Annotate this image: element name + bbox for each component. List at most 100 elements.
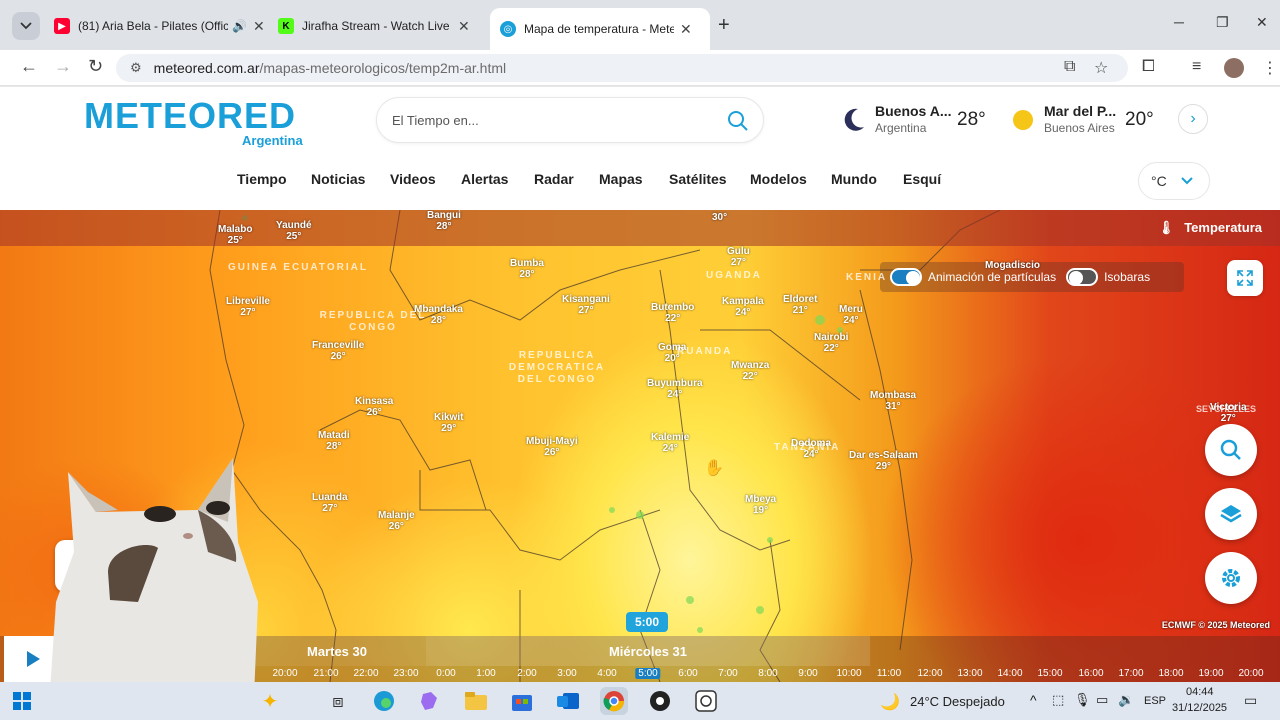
chrome-icon[interactable] bbox=[600, 687, 628, 715]
map-region-label: REPUBLICA DEL CONGO bbox=[319, 310, 427, 333]
map-search-button[interactable] bbox=[1205, 424, 1257, 476]
search-icon[interactable] bbox=[727, 110, 749, 132]
close-icon[interactable]: ✕ bbox=[253, 18, 265, 35]
new-tab-icon[interactable]: + bbox=[718, 14, 730, 37]
day-segment-tuesday[interactable]: Martes 30 bbox=[248, 636, 426, 666]
tab-meteored[interactable]: ◎ Mapa de temperatura - Meteor ✕ bbox=[490, 8, 710, 50]
edge-icon[interactable] bbox=[370, 687, 398, 715]
map-city-label: Luanda 27° bbox=[312, 492, 348, 514]
unit-selector[interactable]: °C bbox=[1138, 162, 1210, 200]
map-city-label: Malabo 25° bbox=[218, 224, 253, 246]
particles-toggle[interactable] bbox=[890, 268, 922, 286]
nav-mapas[interactable]: Mapas bbox=[599, 171, 643, 187]
nav-videos[interactable]: Videos bbox=[390, 171, 436, 187]
tab-stream[interactable]: K Jirafha Stream - Watch Live on ✕ bbox=[268, 8, 480, 44]
close-icon[interactable]: ✕ bbox=[458, 18, 470, 35]
outlook-icon[interactable] bbox=[554, 687, 582, 715]
map-region-label: KENIA bbox=[846, 272, 888, 283]
play-icon bbox=[27, 651, 40, 667]
tab-title: (81) Aria Bela - Pilates (Offic bbox=[78, 19, 228, 33]
media-control-icon[interactable]: ≡ bbox=[1192, 58, 1201, 76]
day-segment-wednesday[interactable]: Miércoles 31 bbox=[426, 636, 870, 666]
more-menu-icon[interactable]: ⋮ bbox=[1262, 58, 1278, 78]
current-time-marker[interactable]: 5:00 bbox=[626, 612, 668, 632]
nav-tiempo[interactable]: Tiempo bbox=[237, 171, 287, 187]
restore-icon[interactable]: ❐ bbox=[1216, 14, 1229, 31]
clock-time[interactable]: 04:44 bbox=[1186, 686, 1214, 698]
map-city-label: Yaundé 25° bbox=[276, 220, 312, 242]
city-name: Mar del P... bbox=[1044, 103, 1117, 119]
map-city-label: Bumba 28° bbox=[510, 258, 544, 280]
gear-icon bbox=[1222, 569, 1240, 587]
chevron-right-icon[interactable]: › bbox=[1178, 104, 1208, 134]
map-city-label: Eldoret 21° bbox=[783, 294, 818, 316]
nav-esqui[interactable]: Esquí bbox=[903, 171, 941, 187]
cast-icon[interactable]: ⧉ bbox=[1064, 58, 1075, 76]
bookmark-star-icon[interactable]: ☆ bbox=[1094, 58, 1108, 78]
map-city-label: Gulu 27° bbox=[727, 246, 750, 268]
map-city-label: Kinsasa 26° bbox=[355, 396, 394, 418]
forward-icon[interactable]: → bbox=[54, 56, 72, 77]
language-indicator[interactable]: ESP bbox=[1144, 695, 1166, 707]
fullscreen-button[interactable] bbox=[1227, 260, 1263, 296]
city-search-input[interactable]: El Tiempo en... bbox=[376, 97, 764, 143]
map-region-label: REPUBLICA DEMOCRATICA DEL CONGO bbox=[508, 350, 606, 385]
search-placeholder: El Tiempo en... bbox=[392, 112, 479, 128]
volume-icon[interactable]: 🔉 bbox=[1118, 692, 1134, 708]
city-region: Buenos Aires bbox=[1044, 121, 1115, 135]
nav-alertas[interactable]: Alertas bbox=[461, 171, 508, 187]
meet-icon[interactable]: ⬚ bbox=[1052, 692, 1064, 708]
app-icon[interactable] bbox=[692, 687, 720, 715]
browser-toolbar: ← → ↻ ⚙ meteored.com.ar/mapas-meteorolog… bbox=[0, 50, 1280, 86]
day-label: Miércoles 31 bbox=[608, 643, 688, 659]
map-city-label: Nairobi 22° bbox=[814, 332, 849, 354]
nav-satelites[interactable]: Satélites bbox=[669, 171, 727, 187]
map-top-band bbox=[0, 210, 1280, 246]
close-icon[interactable]: ✕ bbox=[680, 21, 692, 38]
clock-date[interactable]: 31/12/2025 bbox=[1172, 702, 1227, 714]
tab-youtube[interactable]: ▶ (81) Aria Bela - Pilates (Offic 🔊 ✕ bbox=[44, 8, 275, 44]
network-icon[interactable]: ▭ bbox=[1096, 692, 1108, 708]
tray-chevron-icon[interactable]: ^ bbox=[1030, 692, 1037, 708]
notification-icon[interactable]: ▭ bbox=[1244, 692, 1257, 709]
map-region-label: RUANDA bbox=[677, 346, 733, 357]
site-info-icon[interactable]: ⚙ bbox=[130, 60, 142, 76]
layer-title-text: Temperatura bbox=[1184, 220, 1262, 235]
map-layers-button[interactable] bbox=[1205, 488, 1257, 540]
chevron-down-icon bbox=[20, 22, 32, 30]
tab-search-button[interactable] bbox=[12, 12, 40, 40]
map-city-label: Bangui 28° bbox=[427, 210, 461, 232]
isobars-toggle[interactable] bbox=[1066, 268, 1099, 286]
thermometer-icon: 🌡 bbox=[1157, 220, 1175, 235]
nav-radar[interactable]: Radar bbox=[534, 171, 574, 187]
task-view-icon[interactable]: ⧈ bbox=[324, 687, 352, 715]
speaker-icon[interactable]: 🔊 bbox=[232, 19, 247, 33]
copilot-sparkle-icon[interactable]: ✦ bbox=[256, 687, 284, 715]
meteored-logo[interactable]: METEORED Argentina bbox=[84, 95, 303, 148]
back-icon[interactable]: ← bbox=[20, 56, 38, 77]
kick-icon: K bbox=[278, 18, 294, 34]
window-close-icon[interactable]: ✕ bbox=[1256, 14, 1268, 31]
nav-noticias[interactable]: Noticias bbox=[311, 171, 365, 187]
chevron-down-icon bbox=[1181, 177, 1193, 185]
file-explorer-icon[interactable] bbox=[462, 687, 490, 715]
mic-icon[interactable]: 🎙 bbox=[1074, 692, 1091, 708]
address-bar[interactable]: ⚙ meteored.com.ar/mapas-meteorologicos/t… bbox=[116, 54, 1128, 82]
obs-icon[interactable] bbox=[646, 687, 674, 715]
reload-icon[interactable]: ↻ bbox=[88, 56, 103, 77]
taskbar-weather[interactable]: 24°C Despejado bbox=[910, 694, 1005, 709]
store-icon[interactable] bbox=[508, 687, 536, 715]
map-copyright: ECMWF © 2025 Meteored bbox=[1161, 620, 1270, 630]
windows-start-icon[interactable] bbox=[8, 687, 36, 715]
city-temp: 20° bbox=[1125, 109, 1154, 130]
map-settings-button[interactable] bbox=[1205, 552, 1257, 604]
tab-title: Mapa de temperatura - Meteor bbox=[524, 22, 674, 36]
map-layer-title[interactable]: 🌡 Temperatura bbox=[1158, 220, 1262, 236]
nav-modelos[interactable]: Modelos bbox=[750, 171, 807, 187]
extensions-icon[interactable]: ⧠ bbox=[1142, 58, 1155, 76]
minimize-icon[interactable]: ─ bbox=[1174, 14, 1184, 30]
sun-icon bbox=[1013, 110, 1033, 130]
profile-avatar[interactable] bbox=[1224, 58, 1244, 78]
copilot-app-icon[interactable] bbox=[416, 687, 444, 715]
nav-mundo[interactable]: Mundo bbox=[831, 171, 877, 187]
